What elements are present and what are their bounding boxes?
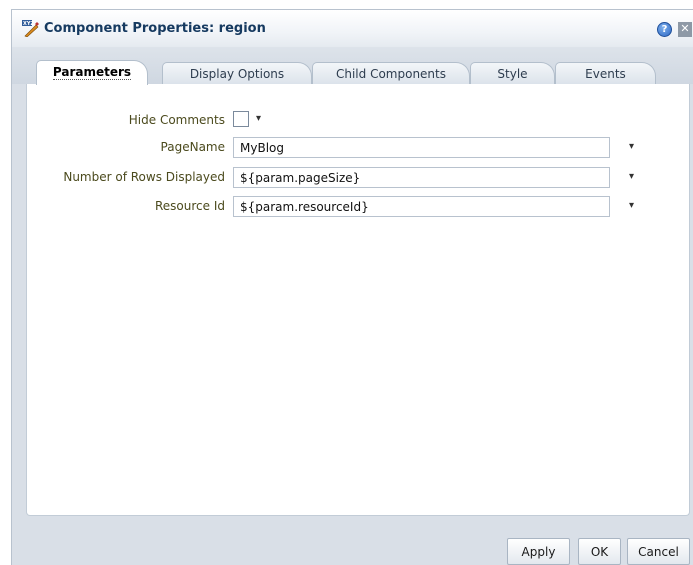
tab-label: Events bbox=[585, 67, 626, 81]
rows-displayed-field[interactable] bbox=[233, 167, 610, 188]
dialog-footer: Apply OK Cancel bbox=[12, 519, 693, 565]
tab-label: Style bbox=[497, 67, 528, 81]
cancel-button[interactable]: Cancel bbox=[627, 538, 690, 565]
hide-comments-dropdown-icon[interactable]: ▾ bbox=[256, 113, 261, 124]
rows-displayed-label: Number of Rows Displayed bbox=[63, 170, 225, 184]
page-name-label: PageName bbox=[160, 140, 225, 154]
tab-events[interactable]: Events bbox=[555, 62, 656, 84]
tab-child-components[interactable]: Child Components bbox=[312, 62, 470, 84]
rows-displayed-dropdown-icon[interactable]: ▾ bbox=[629, 171, 634, 182]
apply-button[interactable]: Apply bbox=[507, 538, 570, 565]
help-icon[interactable]: ? bbox=[657, 22, 672, 37]
ok-button[interactable]: OK bbox=[578, 538, 621, 565]
tab-label: Display Options bbox=[189, 67, 285, 81]
tab-parameters[interactable]: Parameters bbox=[36, 60, 148, 85]
resource-id-field[interactable] bbox=[233, 196, 610, 217]
component-properties-dialog: XYZ Component Properties: region ? ✕ Par… bbox=[11, 9, 693, 565]
page-name-field[interactable] bbox=[233, 137, 610, 158]
parameters-panel: Hide Comments ▾ PageName ▾ Number of Row… bbox=[26, 84, 690, 516]
resource-id-dropdown-icon[interactable]: ▾ bbox=[629, 200, 634, 211]
close-icon[interactable]: ✕ bbox=[678, 22, 692, 37]
component-properties-icon: XYZ bbox=[22, 20, 39, 37]
tab-label: Parameters bbox=[52, 65, 132, 80]
tab-style[interactable]: Style bbox=[470, 62, 555, 84]
hide-comments-label: Hide Comments bbox=[128, 113, 225, 127]
page-name-dropdown-icon[interactable]: ▾ bbox=[629, 141, 634, 152]
svg-text:XYZ: XYZ bbox=[23, 21, 34, 27]
tab-strip: Parameters Display Options Child Compone… bbox=[12, 47, 693, 85]
dialog-titlebar: XYZ Component Properties: region ? ✕ bbox=[12, 10, 693, 47]
tab-display-options[interactable]: Display Options bbox=[162, 62, 312, 84]
resource-id-label: Resource Id bbox=[154, 199, 225, 213]
dialog-title: Component Properties: region bbox=[44, 21, 266, 36]
hide-comments-checkbox[interactable] bbox=[233, 111, 249, 127]
tab-label: Child Components bbox=[335, 67, 446, 81]
